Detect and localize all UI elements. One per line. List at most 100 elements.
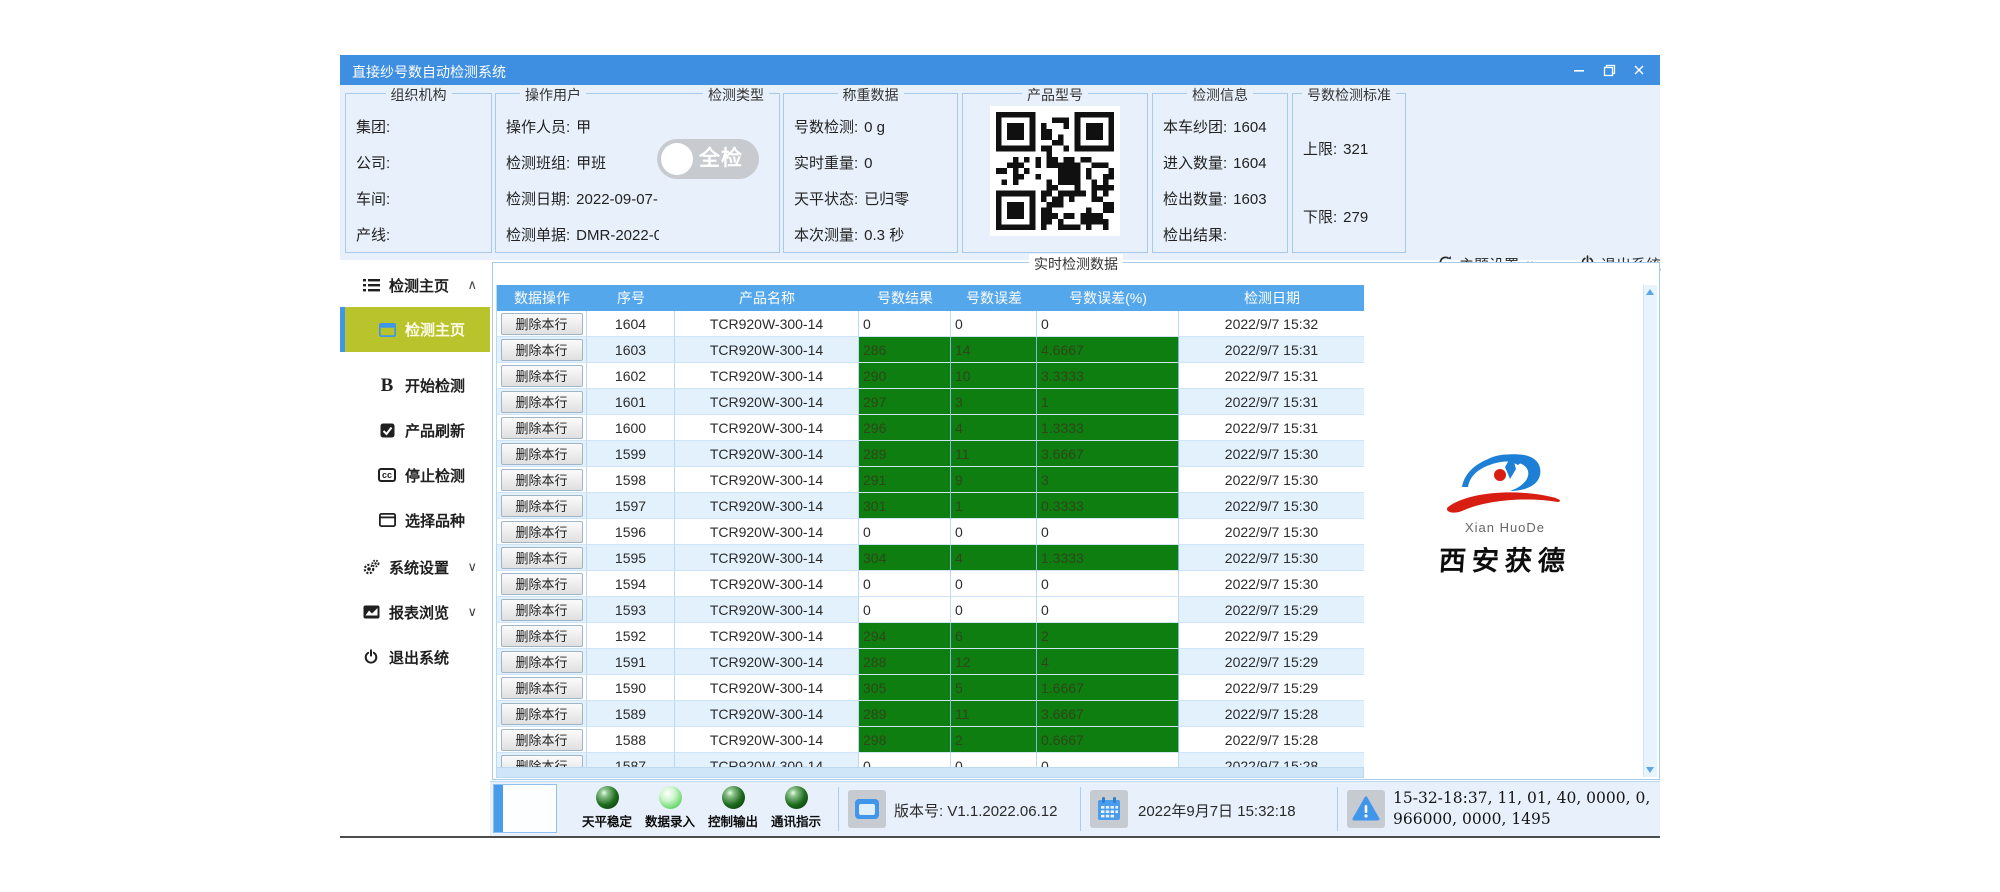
minimize-button[interactable]: [1564, 57, 1594, 83]
sidebar-item-开始检测[interactable]: B开始检测: [340, 367, 490, 403]
delete-row-button[interactable]: 删除本行: [501, 443, 583, 465]
cell-error: 4: [951, 545, 1037, 571]
sidebar-item-退出系统[interactable]: 退出系统: [340, 639, 490, 675]
sidebar-item-停止检测[interactable]: cc停止检测: [340, 457, 490, 493]
cell-seq: 1597: [587, 493, 675, 519]
sidebar-item-label: 退出系统: [389, 647, 449, 668]
delete-row-button[interactable]: 删除本行: [501, 573, 583, 595]
field-label: 检测日期:: [506, 191, 570, 208]
standard-fields: 上限:321下限:279: [1303, 116, 1401, 252]
cell-error: 0: [951, 311, 1037, 337]
delete-row-button[interactable]: 删除本行: [501, 469, 583, 491]
cell-seq: 1604: [587, 311, 675, 337]
sidebar: 检测主页∧ 检测主页B开始检测 产品刷新cc停止检测 选择品种 系统设置∨ 报表…: [340, 260, 490, 781]
cell-error: 6: [951, 623, 1037, 649]
cell-error-pct: 3.3333: [1037, 363, 1179, 389]
field-label: 进入数量:: [1163, 155, 1227, 172]
field-row: 集团:: [356, 110, 487, 146]
sidebar-item-label: 选择品种: [405, 510, 465, 531]
cell-product: TCR920W-300-14: [675, 519, 859, 545]
cell-date: 2022/9/7 15:29: [1179, 649, 1364, 675]
cell-date: 2022/9/7 15:28: [1179, 727, 1364, 753]
sidebar-item-选择品种[interactable]: 选择品种: [340, 502, 490, 538]
sidebar-item-group-header[interactable]: 检测主页∧: [340, 267, 490, 303]
window-filled-icon: [376, 323, 398, 337]
toggle-knob: [661, 143, 693, 175]
table-row: 删除本行1604TCR920W-300-140002022/9/7 15:32: [497, 311, 1364, 337]
delete-row-button[interactable]: 删除本行: [501, 417, 583, 439]
table-row: 删除本行1598TCR920W-300-14291932022/9/7 15:3…: [497, 467, 1364, 493]
logo-panel: Xian HuoDe 西安获德: [1366, 285, 1644, 767]
field-row: 检出结果:: [1163, 218, 1283, 254]
delete-row-button[interactable]: 删除本行: [501, 365, 583, 387]
delete-row-button[interactable]: 删除本行: [501, 599, 583, 621]
cell-product: TCR920W-300-14: [675, 675, 859, 701]
table-row: 删除本行1590TCR920W-300-1430551.66672022/9/7…: [497, 675, 1364, 701]
chevron-down-icon: ∨: [467, 604, 477, 620]
cell-error: 11: [951, 441, 1037, 467]
realtime-data-group: 实时检测数据 数据操作序号产品名称号数结果号数误差号数误差(%)检测日期 删除本…: [492, 262, 1660, 780]
window-controls: [1564, 55, 1654, 85]
cell-error: 0: [951, 597, 1037, 623]
groupbox-weighing-legend: 称重数据: [838, 85, 904, 105]
scroll-down-arrow[interactable]: [1646, 767, 1654, 773]
scroll-up-arrow[interactable]: [1646, 289, 1654, 295]
cell-product: TCR920W-300-14: [675, 571, 859, 597]
cell-error-pct: 4.6667: [1037, 337, 1179, 363]
close-button[interactable]: [1624, 57, 1654, 83]
sidebar-item-产品刷新[interactable]: 产品刷新: [340, 412, 490, 448]
field-row: 本车纱团:1604: [1163, 110, 1283, 146]
sidebar-item-label: 系统设置: [389, 557, 449, 578]
cell-seq: 1589: [587, 701, 675, 727]
cell-seq: 1600: [587, 415, 675, 441]
cell-error: 3: [951, 389, 1037, 415]
delete-row-button[interactable]: 删除本行: [501, 313, 583, 335]
app-window: 直接纱号数自动检测系统 组织机构 集团:公司:车间:产线:: [340, 55, 1660, 838]
field-label: 号数检测:: [794, 119, 858, 136]
full-inspection-toggle[interactable]: 全检: [657, 139, 759, 179]
cell-product: TCR920W-300-14: [675, 389, 859, 415]
vertical-scrollbar[interactable]: [1643, 285, 1657, 777]
groupbox-operator: 操作用户 检测类型 操作人员:甲检测班组:甲班检测日期:2022-09-07-1…: [495, 93, 780, 253]
datetime-text: 2022年9月7日 15:32:18: [1138, 800, 1296, 821]
cell-error: 0: [951, 753, 1037, 767]
delete-row-button[interactable]: 删除本行: [501, 521, 583, 543]
sidebar-item-系统设置[interactable]: 系统设置∨: [340, 549, 490, 585]
cell-operation: 删除本行: [497, 519, 587, 545]
led-label: 通讯指示: [771, 811, 821, 830]
cell-result: 289: [859, 701, 951, 727]
sidebar-item-label: 停止检测: [405, 465, 465, 486]
field-value: 2022-09-07-13: [576, 191, 659, 208]
delete-row-button[interactable]: 删除本行: [501, 339, 583, 361]
cell-date: 2022/9/7 15:30: [1179, 493, 1364, 519]
sidebar-item-报表浏览[interactable]: 报表浏览∨: [340, 594, 490, 630]
delete-row-button[interactable]: 删除本行: [501, 755, 583, 768]
delete-row-button[interactable]: 删除本行: [501, 495, 583, 517]
led-label: 数据录入: [645, 811, 695, 830]
table-row: 删除本行1601TCR920W-300-14297312022/9/7 15:3…: [497, 389, 1364, 415]
cell-operation: 删除本行: [497, 675, 587, 701]
delete-row-button[interactable]: 删除本行: [501, 625, 583, 647]
delete-row-button[interactable]: 删除本行: [501, 729, 583, 751]
field-label: 检出结果:: [1163, 227, 1227, 244]
restore-button[interactable]: [1594, 57, 1624, 83]
delete-row-button[interactable]: 删除本行: [501, 703, 583, 725]
cell-seq: 1595: [587, 545, 675, 571]
cell-error: 1: [951, 493, 1037, 519]
field-value: 0.3 秒: [864, 227, 904, 244]
cell-error: 11: [951, 701, 1037, 727]
field-row: 检测班组:甲班: [506, 146, 659, 182]
field-label: 操作人员:: [506, 119, 570, 136]
delete-row-button[interactable]: 删除本行: [501, 391, 583, 413]
cell-error: 2: [951, 727, 1037, 753]
status-input-box[interactable]: [493, 784, 557, 833]
cell-seq: 1590: [587, 675, 675, 701]
cell-result: 0: [859, 597, 951, 623]
delete-row-button[interactable]: 删除本行: [501, 677, 583, 699]
sidebar-item-检测主页[interactable]: 检测主页: [340, 307, 490, 352]
field-value: 321: [1343, 141, 1368, 158]
delete-row-button[interactable]: 删除本行: [501, 547, 583, 569]
delete-row-button[interactable]: 删除本行: [501, 651, 583, 673]
horizontal-scrollbar[interactable]: [496, 767, 1364, 778]
cell-operation: 删除本行: [497, 363, 587, 389]
